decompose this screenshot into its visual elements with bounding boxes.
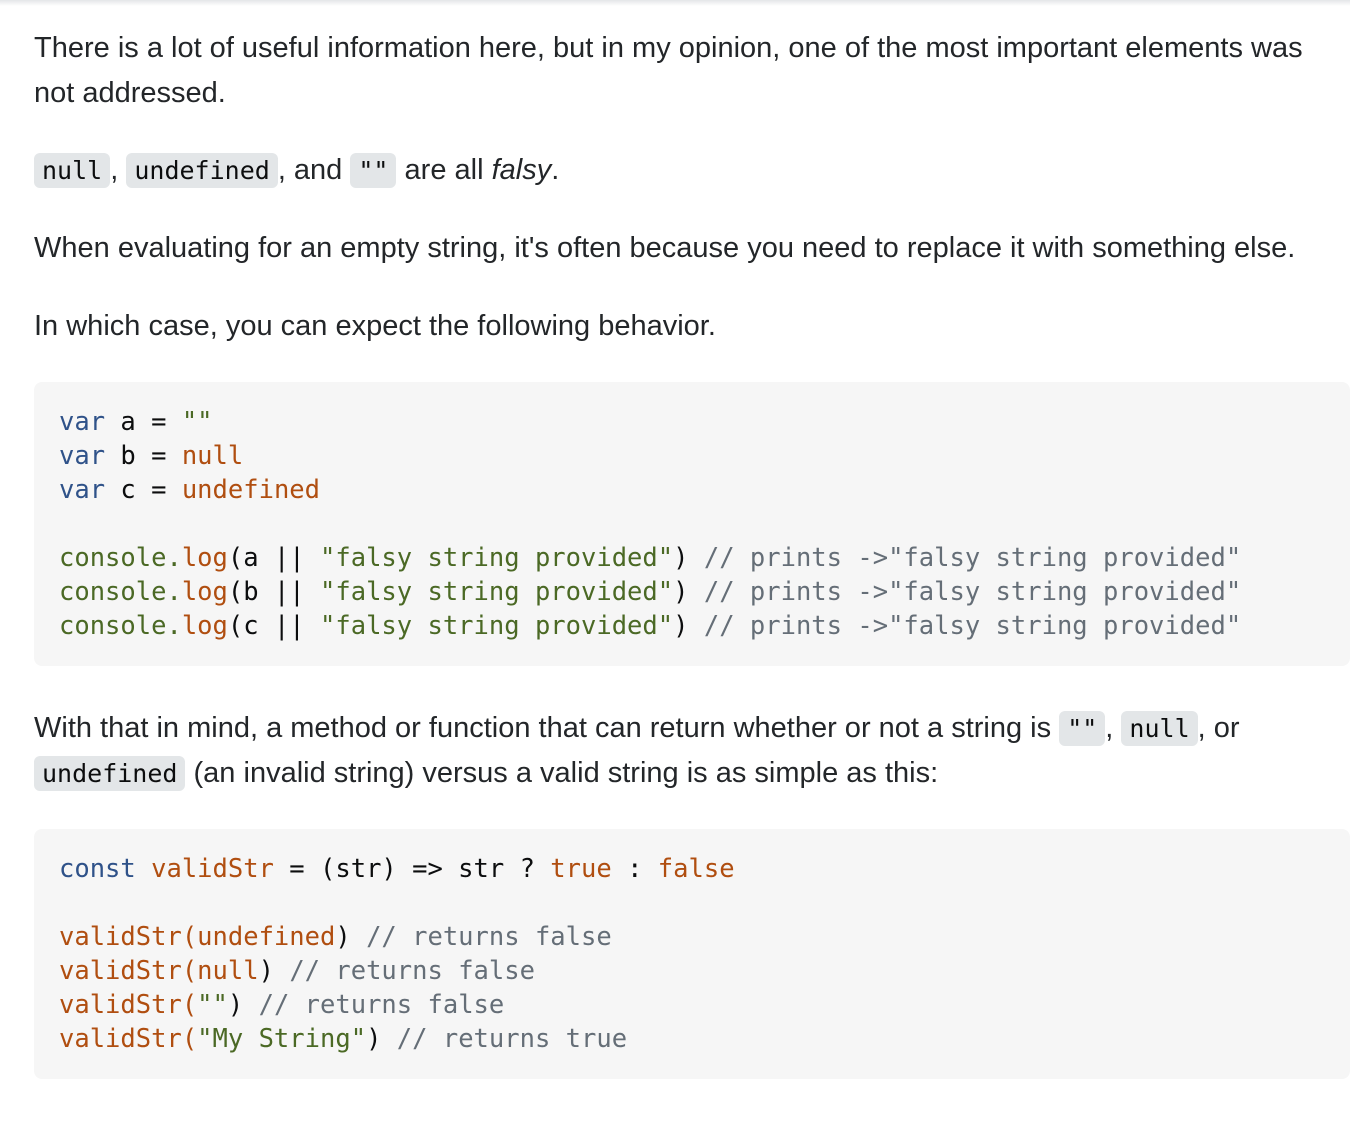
code-block-falsy-behavior[interactable]: var a = "" var b = null var c = undefined c… xyxy=(34,382,1350,666)
answer-body: There is a lot of useful information her… xyxy=(34,26,1350,1079)
code-line: console.log(a || "falsy string provided"… xyxy=(59,543,1242,573)
code-block-validstr[interactable]: const validStr = (str) => str ? true : f… xyxy=(34,829,1350,1079)
code-line: validStr("My String") // returns true xyxy=(59,1024,628,1054)
code-line: const validStr = (str) => str ? true : f… xyxy=(59,854,735,884)
code-line: validStr(null) // returns false xyxy=(59,956,535,986)
inline-code-null: null xyxy=(34,153,111,188)
inline-code-null: null xyxy=(1121,711,1198,746)
inline-code-empty-string: "" xyxy=(350,153,397,188)
paragraph-evaluating: When evaluating for an empty string, it'… xyxy=(34,232,1296,264)
emphasis-falsy: falsy xyxy=(491,154,552,186)
paragraph-method: With that in mind, a method or function … xyxy=(34,711,1240,791)
code-line: validStr("") // returns false xyxy=(59,990,505,1020)
code-line: console.log(c || "falsy string provided"… xyxy=(59,611,1242,641)
paragraph-falsy: null, undefined, and "" are all falsy. xyxy=(34,148,1350,193)
top-divider xyxy=(0,0,1350,6)
code-line: console.log(b || "falsy string provided"… xyxy=(59,577,1242,607)
inline-code-undefined: undefined xyxy=(126,153,278,188)
inline-code-empty-string: "" xyxy=(1059,711,1106,746)
paragraph-behavior: In which case, you can expect the follow… xyxy=(34,310,716,342)
code-line: var b = null xyxy=(59,441,244,471)
code-line: var a = "" xyxy=(59,407,213,437)
inline-code-undefined: undefined xyxy=(34,756,186,791)
paragraph-intro: There is a lot of useful information her… xyxy=(34,32,1303,109)
code-line: var c = undefined xyxy=(59,475,320,505)
code-line: validStr(undefined) // returns false xyxy=(59,922,612,952)
